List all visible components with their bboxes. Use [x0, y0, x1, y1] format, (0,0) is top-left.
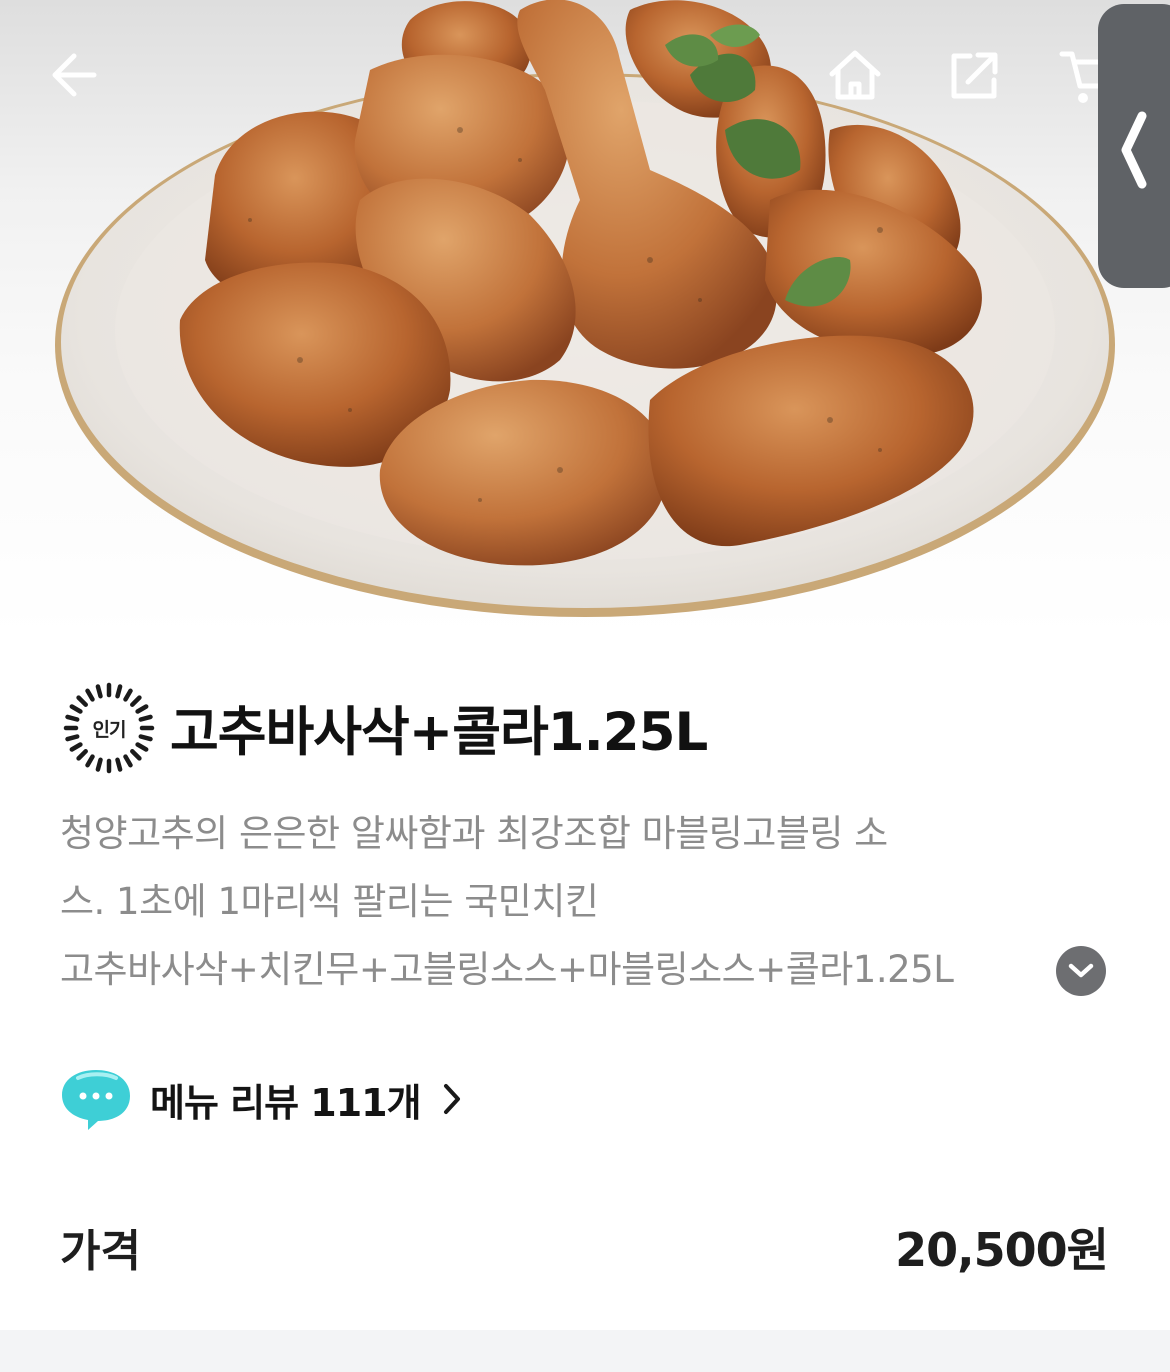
- popular-badge: 인기: [60, 679, 158, 777]
- description-line-1: 청양고추의 은은한 알싸함과 최강조합 마블링고블링 소: [60, 812, 888, 855]
- price-label: 가격: [60, 1226, 141, 1277]
- expand-description-button[interactable]: [1056, 946, 1106, 996]
- price-row: 가격 20,500원: [60, 1212, 1109, 1282]
- home-icon[interactable]: [824, 44, 886, 106]
- chevron-down-icon: [1068, 963, 1094, 978]
- badge-label: 인기: [92, 718, 127, 741]
- menu-review-link[interactable]: 메뉴 리뷰 111개: [58, 1064, 465, 1134]
- side-panel-handle[interactable]: [1098, 4, 1170, 288]
- share-icon[interactable]: [944, 44, 1006, 106]
- section-divider: [0, 1330, 1170, 1372]
- price-value: 20,500원: [895, 1223, 1109, 1277]
- description-line-2: 스. 1초에 1마리씩 팔리는 국민치킨: [60, 880, 599, 923]
- back-icon[interactable]: [44, 44, 106, 106]
- chat-bubble-icon: [62, 1070, 130, 1130]
- product-image: [0, 0, 1170, 640]
- chevron-left-icon: [1121, 111, 1147, 189]
- description-line-3: 고추바사삭+치킨무+고블링소스+마블링소스+콜라1.25L: [60, 936, 1055, 1004]
- product-title-row: 인기 고추바사삭+콜라1.25L: [60, 676, 708, 780]
- product-name: 고추바사삭+콜라1.25L: [170, 702, 708, 763]
- chevron-right-icon: [443, 1084, 460, 1114]
- review-count-label: 메뉴 리뷰 111개: [150, 1080, 422, 1125]
- product-description: 청양고추의 은은한 알싸함과 최강조합 마블링고블링 소 스. 1초에 1마리씩…: [60, 800, 1100, 1004]
